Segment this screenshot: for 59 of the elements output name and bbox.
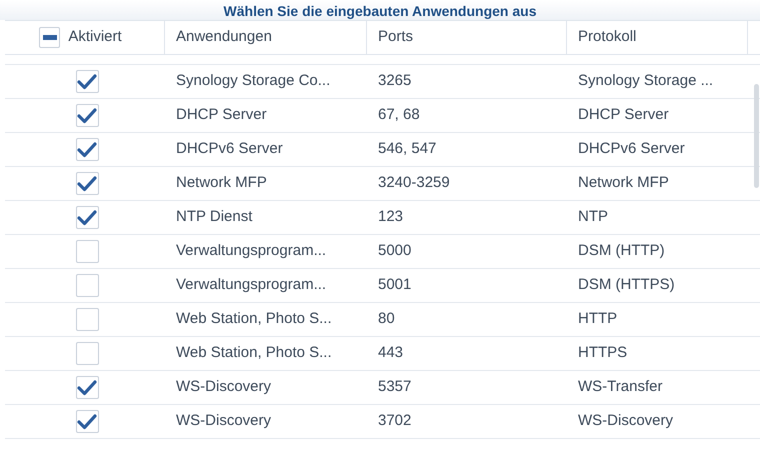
table-cell-text: Verwaltungsprogram... bbox=[176, 275, 326, 296]
table-cell-text: Web Station, Photo S... bbox=[176, 309, 332, 330]
table-cell-text: WS-Transfer bbox=[578, 377, 662, 398]
checkmark-icon bbox=[77, 108, 97, 124]
table-cell-text: 3240-3259 bbox=[378, 173, 450, 194]
table-cell-text: HTTP bbox=[578, 309, 618, 330]
checkbox[interactable] bbox=[76, 410, 98, 433]
table-cell-text: 5001 bbox=[378, 275, 412, 296]
table-cell-text: DHCPv6 Server bbox=[578, 139, 685, 160]
checkbox[interactable] bbox=[76, 206, 98, 229]
table-cell-text: Synology Storage ... bbox=[578, 71, 714, 92]
checkmark-icon bbox=[77, 210, 97, 226]
column-header[interactable]: Anwendungen bbox=[176, 26, 272, 49]
table-cell-text: 80 bbox=[378, 309, 395, 330]
table-cell-text: Web Station, Photo S... bbox=[176, 343, 332, 364]
table-cell-text: DHCP Server bbox=[176, 105, 267, 126]
checkbox[interactable] bbox=[76, 104, 98, 127]
column-header[interactable]: Aktiviert bbox=[68, 26, 122, 49]
checkmark-icon bbox=[77, 414, 97, 430]
scrollbar[interactable] bbox=[754, 84, 759, 188]
checkbox[interactable] bbox=[76, 274, 98, 297]
checkmark-icon bbox=[77, 176, 97, 192]
table-cell-text: Verwaltungsprogram... bbox=[176, 241, 326, 262]
table-cell-text: NTP bbox=[578, 207, 608, 228]
table-cell-text: DHCP Server bbox=[578, 105, 669, 126]
table-cell-text: 3702 bbox=[378, 411, 412, 432]
table-cell-text: Synology Storage Co... bbox=[176, 71, 330, 92]
table-cell-text: WS-Discovery bbox=[176, 377, 272, 398]
checkbox[interactable] bbox=[76, 172, 98, 195]
table-cell-text: NTP Dienst bbox=[176, 207, 252, 228]
table-cell-text: DSM (HTTPS) bbox=[578, 275, 675, 296]
checkmark-icon bbox=[77, 74, 97, 90]
table-cell-text: Network MFP bbox=[578, 173, 669, 194]
checkbox[interactable] bbox=[76, 138, 98, 161]
checkbox[interactable] bbox=[76, 240, 98, 263]
table-cell-text: 123 bbox=[378, 207, 404, 228]
table-cell-text: DSM (HTTP) bbox=[578, 241, 665, 262]
checkbox[interactable] bbox=[76, 342, 98, 365]
checkbox[interactable] bbox=[76, 70, 98, 93]
dialog-title: Wählen Sie die eingebauten Anwendungen aus bbox=[224, 2, 536, 20]
table-cell-text: 443 bbox=[378, 343, 404, 364]
table-cell-text: DHCPv6 Server bbox=[176, 139, 283, 160]
table-cell-text: 67, 68 bbox=[378, 105, 420, 126]
select-all-checkbox[interactable] bbox=[39, 27, 60, 48]
table-cell-text: 3265 bbox=[378, 71, 412, 92]
table-cell-text: WS-Discovery bbox=[578, 411, 674, 432]
table-cell-text: Network MFP bbox=[176, 173, 267, 194]
table-cell-text: WS-Discovery bbox=[176, 411, 272, 432]
table-cell-text: 5000 bbox=[378, 241, 412, 262]
checkbox[interactable] bbox=[76, 308, 98, 331]
table-cell-text: 546, 547 bbox=[378, 139, 436, 160]
column-header[interactable]: Ports bbox=[378, 26, 414, 49]
minus-icon bbox=[42, 35, 57, 40]
checkmark-icon bbox=[77, 380, 97, 396]
checkbox[interactable] bbox=[76, 376, 98, 399]
table-cell-text: 5357 bbox=[378, 377, 412, 398]
column-header[interactable]: Protokoll bbox=[578, 26, 636, 49]
checkmark-icon bbox=[77, 142, 97, 158]
table-cell-text: HTTPS bbox=[578, 343, 628, 364]
